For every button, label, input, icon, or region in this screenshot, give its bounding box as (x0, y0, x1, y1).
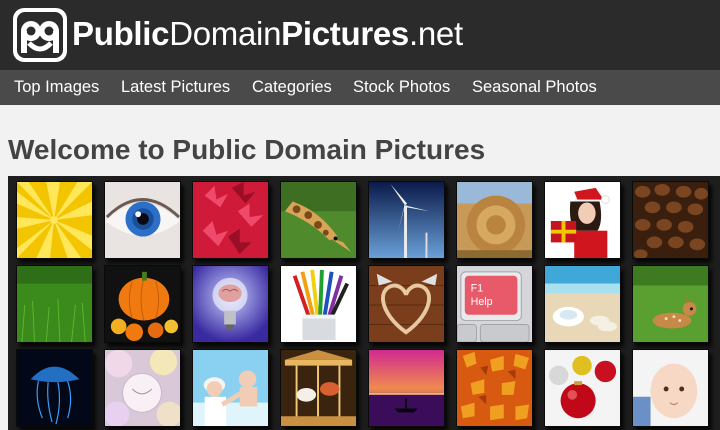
thumb-santa-woman-gift[interactable] (544, 181, 621, 259)
nav-stock-photos[interactable]: Stock Photos (353, 70, 450, 105)
nav-seasonal-photos[interactable]: Seasonal Photos (472, 70, 597, 105)
thumb-red-leaves[interactable] (192, 181, 269, 259)
pdp-logo-icon[interactable] (12, 7, 68, 63)
thumbnail-grid: F1 Help (8, 176, 720, 430)
nav-categories[interactable]: Categories (252, 70, 332, 105)
thumb-help-key[interactable]: F1 Help (456, 265, 533, 343)
site-title[interactable]: PublicDomainPictures.net (72, 12, 463, 56)
thumb-beach-shoes[interactable] (544, 265, 621, 343)
thumb-carousel[interactable] (280, 349, 357, 427)
page-title: Welcome to Public Domain Pictures (8, 134, 486, 165)
thumb-jellyfish[interactable] (16, 349, 93, 427)
help-key-help-text: Help (471, 296, 493, 308)
thumb-sunset-boat[interactable] (368, 349, 445, 427)
thumb-wooden-heart[interactable] (368, 265, 445, 343)
main-nav: Top Images Latest Pictures Categories St… (0, 70, 720, 105)
site-title-part: Pictures (281, 15, 409, 52)
nav-latest-pictures[interactable]: Latest Pictures (121, 70, 230, 105)
thumb-giraffe[interactable] (280, 181, 357, 259)
site-header: PublicDomainPictures.net (0, 0, 720, 70)
help-key-f1-text: F1 (471, 282, 484, 294)
thumb-blue-eye[interactable] (104, 181, 181, 259)
site-title-part: Domain (169, 15, 282, 52)
thumb-brain-lightbulb[interactable] (192, 265, 269, 343)
site-title-part: Public (72, 15, 170, 52)
thumb-mother-baby[interactable] (192, 349, 269, 427)
nav-top-images[interactable]: Top Images (14, 70, 99, 105)
thumb-baby[interactable] (632, 349, 709, 427)
thumb-hay-bales[interactable] (456, 181, 533, 259)
thumb-green-grass[interactable] (16, 265, 93, 343)
thumb-wind-turbine[interactable] (368, 181, 445, 259)
thumb-coffee-beans[interactable] (632, 181, 709, 259)
thumb-fawn[interactable] (632, 265, 709, 343)
thumb-christmas-ornaments[interactable] (544, 349, 621, 427)
thumb-autumn-leaves[interactable] (456, 349, 533, 427)
site-title-part: .net (408, 15, 463, 52)
thumb-pumpkin[interactable] (104, 265, 181, 343)
thumb-love-candies[interactable] (104, 349, 181, 427)
thumb-colored-pencils[interactable] (280, 265, 357, 343)
thumb-yellow-sunburst[interactable] (16, 181, 93, 259)
